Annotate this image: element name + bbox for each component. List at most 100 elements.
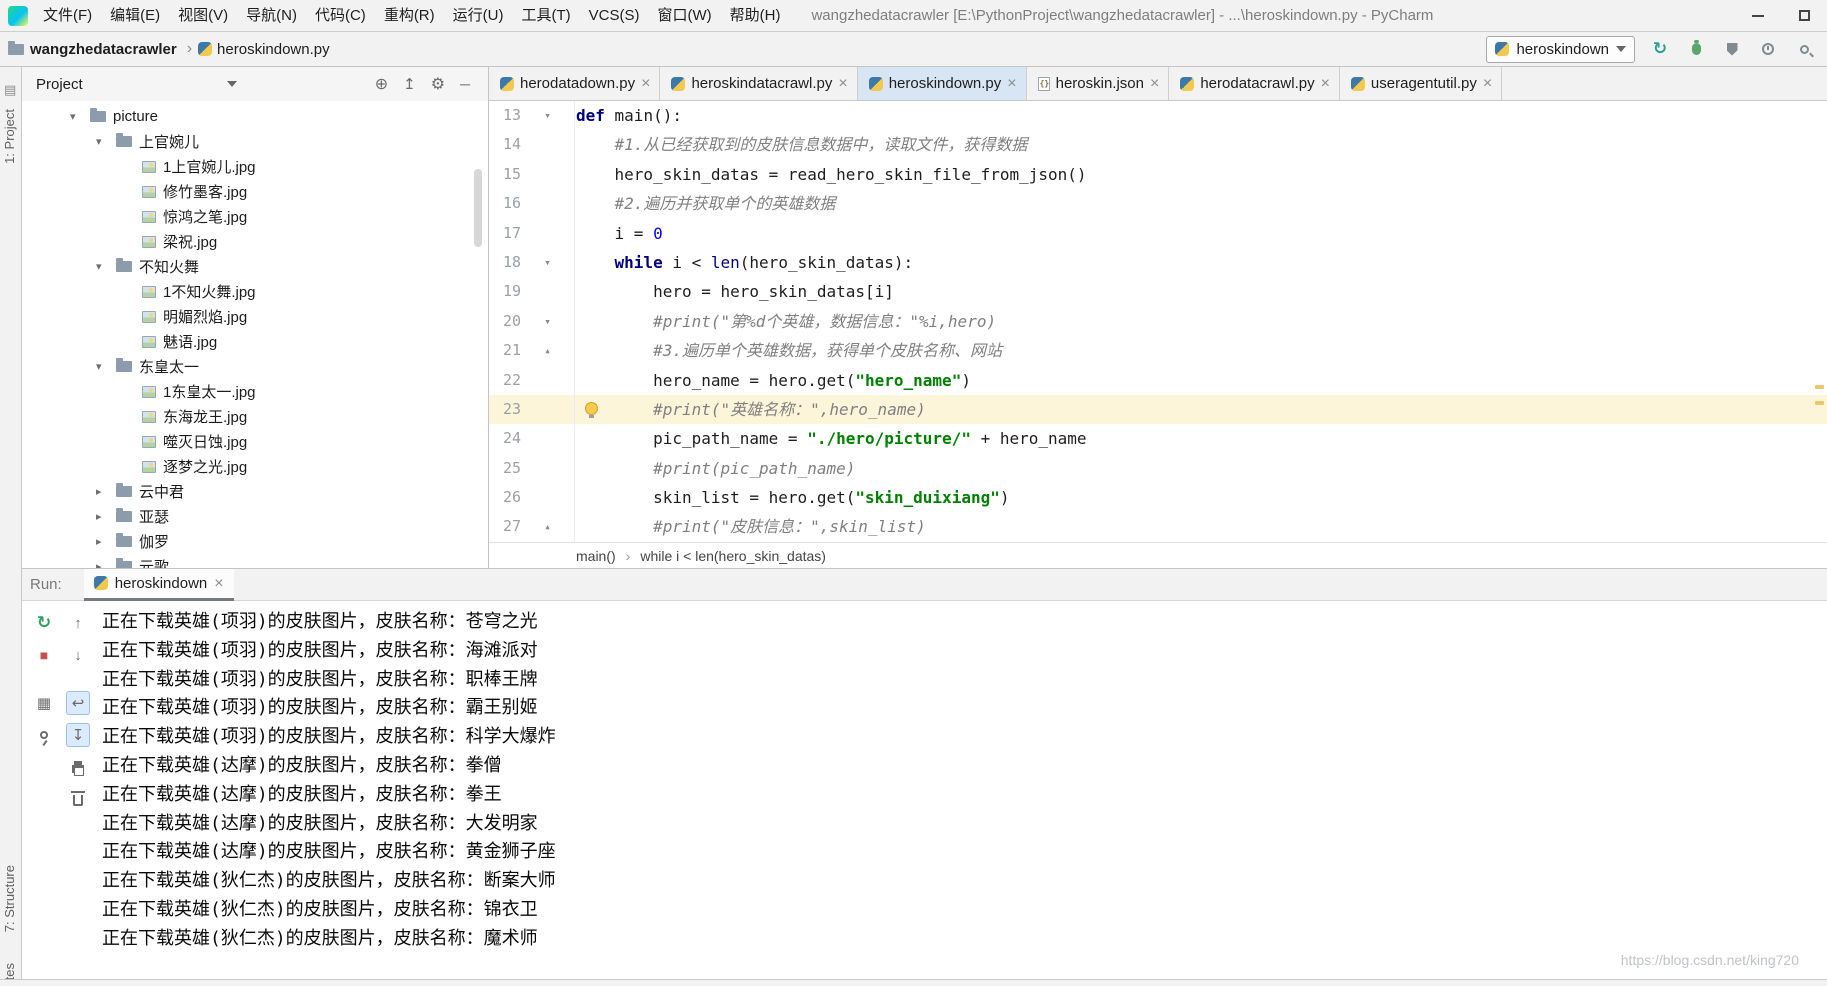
- tree-item[interactable]: ▸ 元歌: [22, 554, 488, 568]
- chevron-down-icon[interactable]: ▾: [96, 260, 116, 273]
- code-line[interactable]: 23 #print("英雄名称：",hero_name): [489, 394, 1827, 425]
- breadcrumb-file[interactable]: heroskindown.py: [217, 41, 330, 58]
- tree-item[interactable]: 梁祝.jpg: [22, 229, 488, 254]
- line-number[interactable]: 23: [489, 395, 521, 424]
- rerun-button[interactable]: [32, 611, 56, 635]
- tree-item[interactable]: 1上官婉儿.jpg: [22, 154, 488, 179]
- chevron-right-icon[interactable]: ▸: [96, 560, 116, 568]
- menu-item[interactable]: 帮助(H): [721, 0, 790, 31]
- chevron-down-icon[interactable]: ▾: [96, 360, 116, 373]
- menu-item[interactable]: 视图(V): [169, 0, 237, 31]
- soft-wrap-toggle[interactable]: [66, 691, 90, 715]
- chevron-down-icon[interactable]: ▾: [96, 135, 116, 148]
- profiler-button[interactable]: [1757, 38, 1779, 60]
- menu-item[interactable]: 文件(F): [34, 0, 101, 31]
- gear-icon[interactable]: [431, 74, 445, 94]
- code-line[interactable]: 14 #1.从已经获取到的皮肤信息数据中，读取文件，获得数据: [489, 130, 1827, 160]
- line-number[interactable]: 22: [489, 366, 521, 395]
- editor-tab[interactable]: heroskindatacrawl.py: [660, 67, 858, 100]
- breadcrumb-item[interactable]: main(): [574, 548, 618, 564]
- fold-marker-icon[interactable]: ▾: [521, 248, 574, 277]
- chevron-right-icon[interactable]: ▸: [96, 510, 116, 523]
- menu-item[interactable]: 重构(R): [375, 0, 444, 31]
- line-number[interactable]: 13: [489, 101, 521, 130]
- menu-item[interactable]: 工具(T): [512, 0, 579, 31]
- toolwindow-button[interactable]: Python Console: [238, 980, 337, 986]
- down-stacktrace-button[interactable]: [66, 643, 90, 667]
- run-config-selector[interactable]: heroskindown: [1486, 35, 1635, 63]
- close-tab-icon[interactable]: [1007, 75, 1016, 92]
- chevron-down-icon[interactable]: ▾: [70, 110, 90, 123]
- code-line[interactable]: 26 skin_list = hero.get("skin_duixiang"): [489, 483, 1827, 513]
- up-stacktrace-button[interactable]: [66, 611, 90, 635]
- scroll-to-end-toggle[interactable]: [66, 723, 90, 747]
- tree-item[interactable]: 1东皇太一.jpg: [22, 379, 488, 404]
- hide-panel-icon[interactable]: [460, 76, 470, 93]
- minimize-button[interactable]: [1735, 0, 1781, 31]
- breadcrumb-project[interactable]: wangzhedatacrawler: [30, 41, 177, 58]
- line-number[interactable]: 18: [489, 248, 521, 277]
- tree-item[interactable]: 东海龙王.jpg: [22, 404, 488, 429]
- tree-item[interactable]: ▸ 亚瑟: [22, 504, 488, 529]
- tree-item[interactable]: 逐梦之光.jpg: [22, 454, 488, 479]
- code-line[interactable]: 17 i = 0: [489, 218, 1827, 248]
- code-line[interactable]: 15 hero_skin_datas = read_hero_skin_file…: [489, 159, 1827, 190]
- close-tab-icon[interactable]: [1483, 75, 1492, 92]
- editor-tab[interactable]: herodatacrawl.py: [1169, 67, 1340, 100]
- toolwindow-button[interactable]: Terminal: [159, 980, 212, 986]
- line-number[interactable]: 24: [489, 424, 521, 453]
- code-editor[interactable]: 13 ▾ def main(): 14 #1.从已经获取到的皮肤信息数据中，读取文件，…: [489, 101, 1827, 542]
- menu-item[interactable]: 代码(C): [306, 0, 375, 31]
- project-panel-title[interactable]: Project: [36, 76, 83, 93]
- chevron-right-icon[interactable]: ▸: [96, 485, 116, 498]
- tree-item[interactable]: 噬灭日蚀.jpg: [22, 429, 488, 454]
- stripe-structure-button[interactable]: 7: Structure: [2, 865, 17, 932]
- tree-item[interactable]: ▸ 云中君: [22, 479, 488, 504]
- code-line[interactable]: 13 ▾ def main():: [489, 101, 1827, 131]
- menu-item[interactable]: VCS(S): [580, 0, 649, 31]
- chevron-right-icon[interactable]: ▸: [96, 535, 116, 548]
- line-number[interactable]: 16: [489, 189, 521, 218]
- code-line[interactable]: 22 hero_name = hero.get("hero_name"): [489, 365, 1827, 395]
- pin-tab-button[interactable]: [32, 723, 56, 747]
- rerun-button[interactable]: [1649, 38, 1671, 60]
- tree-item[interactable]: ▸ 伽罗: [22, 529, 488, 554]
- menu-item[interactable]: 窗口(W): [648, 0, 720, 31]
- line-number[interactable]: 25: [489, 454, 521, 483]
- console-output[interactable]: 正在下载英雄(项羽)的皮肤图片，皮肤名称：苍穹之光 正在下载英雄(项羽)的皮肤图片…: [22, 601, 1827, 954]
- fold-marker-icon[interactable]: ▾: [521, 307, 574, 336]
- menu-item[interactable]: 运行(U): [444, 0, 513, 31]
- code-line[interactable]: 18 ▾ while i < len(hero_skin_datas):: [489, 247, 1827, 278]
- code-line[interactable]: 16 #2.遍历并获取单个的英雄数据: [489, 189, 1827, 219]
- code-line[interactable]: 25 #print(pic_path_name): [489, 453, 1827, 484]
- print-button[interactable]: [66, 755, 90, 779]
- close-tab-icon[interactable]: [1321, 75, 1330, 92]
- menu-item[interactable]: 导航(N): [237, 0, 306, 31]
- tree-item[interactable]: 魅语.jpg: [22, 329, 488, 354]
- close-tab-icon[interactable]: [838, 75, 847, 92]
- line-number[interactable]: 17: [489, 219, 521, 248]
- intention-bulb-icon[interactable]: [585, 401, 598, 418]
- editor-tab[interactable]: herodatadown.py: [489, 67, 661, 100]
- close-tab-icon[interactable]: [1150, 75, 1159, 92]
- code-line[interactable]: 24 pic_path_name = "./hero/picture/" + h…: [489, 424, 1827, 454]
- stripe-project-button[interactable]: 1: Project: [2, 109, 17, 164]
- menu-item[interactable]: 编辑(E): [101, 0, 169, 31]
- locate-file-icon[interactable]: [375, 74, 388, 94]
- coverage-button[interactable]: [1721, 38, 1743, 60]
- line-number[interactable]: 27: [489, 512, 521, 541]
- code-line[interactable]: 21 ▴ #3.遍历单个英雄数据，获得单个皮肤名称、网站: [489, 336, 1827, 366]
- line-number[interactable]: 21: [489, 336, 521, 365]
- tree-item[interactable]: ▾ 上官婉儿: [22, 129, 488, 154]
- scrollbar-thumb[interactable]: [474, 169, 482, 247]
- close-tab-icon[interactable]: [641, 75, 650, 92]
- close-icon[interactable]: [214, 575, 223, 592]
- debug-button[interactable]: [1685, 38, 1707, 60]
- line-number[interactable]: 14: [489, 130, 521, 159]
- run-tab[interactable]: heroskindown: [83, 568, 234, 601]
- tree-item[interactable]: ▾ 不知火舞: [22, 254, 488, 279]
- code-line[interactable]: 20 ▾ #print("第%d个英雄，数据信息："%i,hero): [489, 306, 1827, 337]
- maximize-button[interactable]: [1781, 0, 1827, 31]
- fold-marker-icon[interactable]: ▴: [521, 512, 574, 541]
- fold-marker-icon[interactable]: ▾: [521, 101, 574, 130]
